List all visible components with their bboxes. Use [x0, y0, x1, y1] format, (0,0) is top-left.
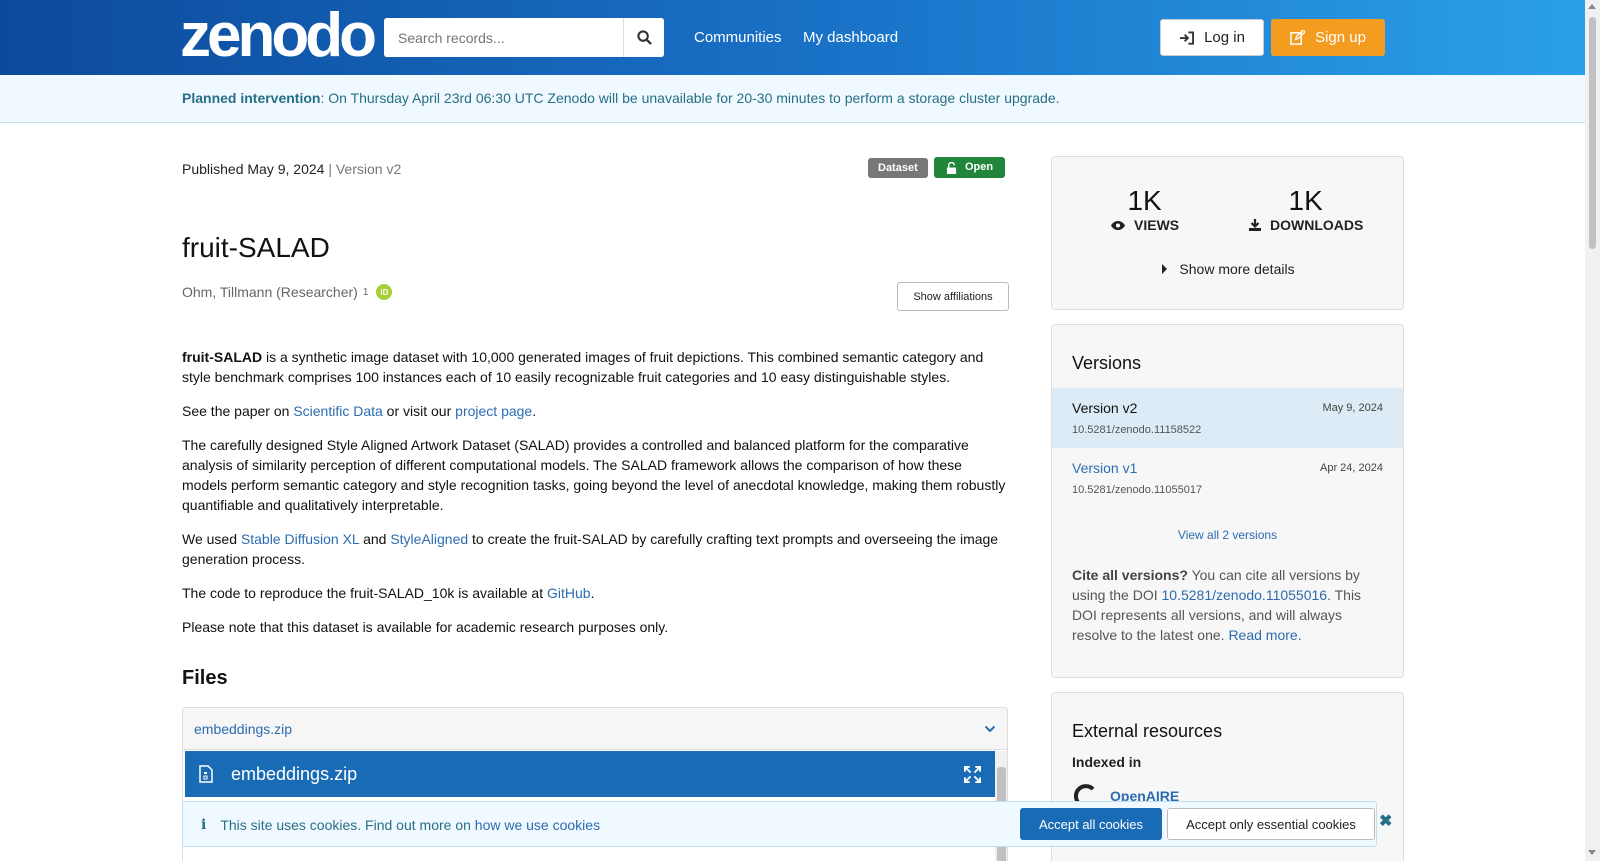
versions-card: Versions Version v2 10.5281/zenodo.11158…: [1051, 324, 1404, 678]
accept-all-cookies-button[interactable]: Accept all cookies: [1020, 808, 1162, 840]
stats-card: 1K VIEWS 1K DOWNLOADS Show more details: [1051, 156, 1404, 310]
signup-label: Sign up: [1315, 29, 1366, 46]
nav-communities[interactable]: Communities: [694, 29, 782, 46]
views-label: VIEWS: [1134, 217, 1180, 233]
resource-type-badge: Dataset: [868, 158, 928, 178]
version-label: | Version v2: [328, 161, 402, 177]
versions-heading: Versions: [1072, 353, 1142, 373]
github-link[interactable]: GitHub: [547, 585, 591, 601]
access-badge[interactable]: Open: [934, 157, 1006, 178]
info-icon: i: [201, 817, 207, 833]
login-button[interactable]: Log in: [1160, 19, 1264, 56]
cookie-policy-link[interactable]: how we use cookies: [475, 817, 600, 833]
search-button[interactable]: [623, 18, 664, 57]
read-more-link[interactable]: Read more.: [1228, 627, 1301, 643]
external-resources-heading: External resources: [1072, 721, 1223, 741]
search-bar: [384, 18, 664, 57]
nav-my-dashboard[interactable]: My dashboard: [803, 29, 898, 46]
search-input[interactable]: [384, 18, 623, 57]
stable-diffusion-link[interactable]: Stable Diffusion XL: [241, 531, 359, 547]
preview-file-name: embeddings.zip: [231, 763, 358, 784]
author[interactable]: Ohm, Tillmann (Researcher) 1 iD: [182, 284, 393, 300]
sign-in-icon: [1180, 30, 1195, 45]
stylealigned-link[interactable]: StyleAligned: [390, 531, 468, 547]
scientific-data-link[interactable]: Scientific Data: [293, 403, 382, 419]
files-heading: Files: [182, 667, 228, 689]
views-count: 1K: [1127, 185, 1162, 216]
file-preview-header: embeddings.zip: [185, 751, 995, 797]
downloads-count: 1K: [1288, 185, 1323, 216]
accept-essential-cookies-button[interactable]: Accept only essential cookies: [1167, 808, 1375, 840]
unlock-icon: [946, 161, 957, 174]
edit-icon: [1290, 30, 1306, 45]
record-description: fruit-SALAD is a synthetic image dataset…: [182, 349, 1006, 635]
zenodo-logo[interactable]: zenodo: [180, 5, 377, 67]
page-scrollbar[interactable]: [1585, 0, 1600, 861]
search-icon: [636, 30, 652, 45]
banner-text: Planned intervention: On Thursday April …: [182, 90, 1060, 106]
view-all-versions-link[interactable]: View all 2 versions: [1052, 528, 1403, 542]
login-label: Log in: [1204, 29, 1245, 46]
published-date: Published May 9, 2024: [182, 161, 325, 177]
page-scroll-thumb[interactable]: [1589, 17, 1596, 249]
author-name: Ohm, Tillmann (Researcher): [182, 284, 358, 300]
version-item[interactable]: Version v1 10.5281/zenodo.11055017 Apr 2…: [1052, 448, 1403, 508]
project-page-link[interactable]: project page: [455, 403, 532, 419]
cookie-banner: i This site uses cookies. Find out more …: [182, 801, 1392, 847]
downloads-label: DOWNLOADS: [1270, 217, 1364, 233]
indexed-in-label: Indexed in: [1072, 754, 1142, 770]
expand-icon[interactable]: [964, 765, 981, 783]
close-icon[interactable]: ✖: [1379, 811, 1392, 831]
views-stat: 1K VIEWS: [1110, 185, 1179, 233]
site-header: zenodo Communities My dashboard Log in S…: [0, 0, 1585, 75]
file-archive-icon: [199, 765, 213, 783]
download-icon: [1249, 219, 1261, 231]
show-affiliations-button[interactable]: Show affiliations: [897, 282, 1009, 311]
show-more-details[interactable]: Show more details: [1052, 261, 1405, 277]
scroll-down-icon[interactable]: [1588, 850, 1596, 855]
file-accordion-header[interactable]: embeddings.zip: [183, 708, 1007, 750]
chevron-down-icon[interactable]: [984, 725, 996, 733]
caret-right-icon: [1162, 264, 1168, 274]
intervention-banner: Planned intervention: On Thursday April …: [0, 75, 1585, 123]
orcid-icon[interactable]: iD: [376, 284, 393, 300]
concept-doi-link[interactable]: 10.5281/zenodo.11055016: [1162, 587, 1328, 603]
eye-icon: [1111, 220, 1125, 230]
scroll-up-icon[interactable]: [1588, 4, 1596, 9]
downloads-stat: 1K DOWNLOADS: [1248, 185, 1363, 233]
publication-info: Published May 9, 2024 | Version v2: [182, 161, 401, 177]
file-name-link[interactable]: embeddings.zip: [194, 721, 292, 737]
record-title: fruit-SALAD: [182, 232, 330, 263]
cite-all-versions: Cite all versions? You can cite all vers…: [1072, 567, 1362, 643]
signup-button[interactable]: Sign up: [1271, 19, 1385, 56]
version-item[interactable]: Version v2 10.5281/zenodo.11158522 May 9…: [1052, 388, 1403, 448]
